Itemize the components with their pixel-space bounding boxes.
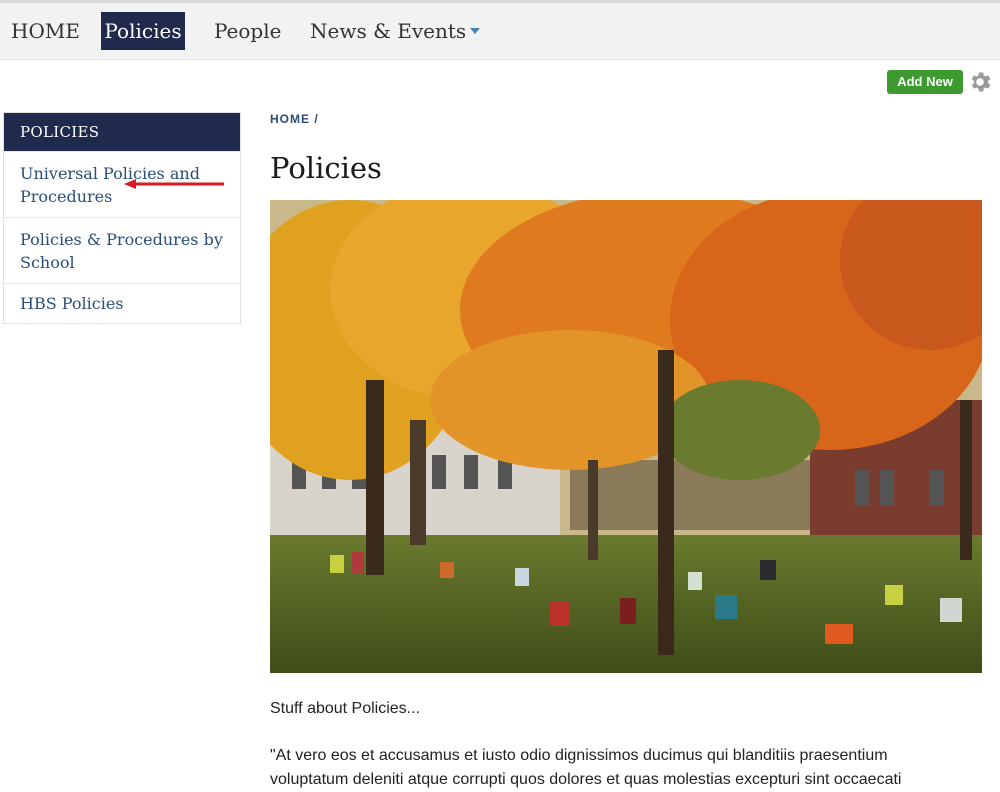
quote-text: "At vero eos et accusamus et iusto odio … [270,747,902,788]
sidebar-item-policies-by-school[interactable]: Policies & Procedures by School [4,217,240,283]
sidebar: POLICIES Universal Policies and Procedur… [3,112,241,324]
intro-text: Stuff about Policies... [270,700,421,717]
main-navbar: HOME Policies People News & Events [0,3,1000,60]
breadcrumb-separator: / [314,112,319,126]
nav-news-events[interactable]: News & Events [310,12,481,50]
nav-people[interactable]: People [214,12,281,50]
breadcrumb: HOME / [270,112,319,126]
breadcrumb-home[interactable]: HOME [270,112,310,126]
sidebar-header: POLICIES [4,113,240,151]
nav-policies[interactable]: Policies [101,12,185,50]
red-arrow-annotation [124,179,224,189]
gear-icon[interactable] [967,69,993,95]
hero-image [270,200,982,673]
page-title: Policies [270,151,382,185]
nav-home[interactable]: HOME [11,12,80,50]
nav-news-events-label: News & Events [310,19,467,43]
chevron-down-icon [470,27,481,34]
sidebar-item-hbs-policies[interactable]: HBS Policies [4,283,240,323]
add-new-button[interactable]: Add New [887,70,963,94]
